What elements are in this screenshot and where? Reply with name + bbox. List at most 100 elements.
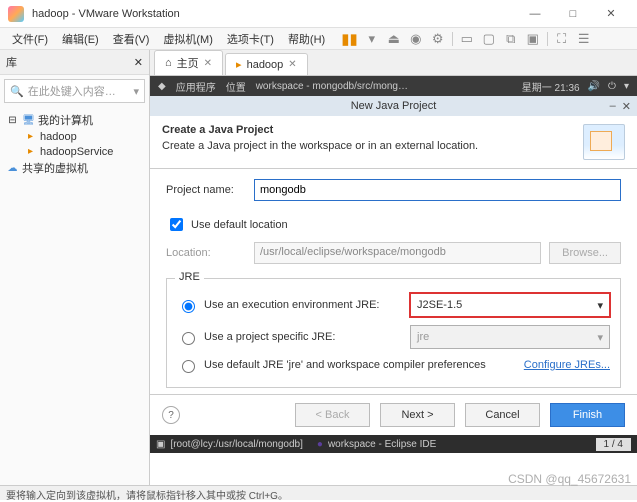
vm-tree: ⊟ 🖥 我的计算机 ▸ hadoop ▸ hadoopService ☁ 共享的… (0, 107, 149, 181)
eclipse-icon: ● (317, 439, 323, 450)
eclipse-label: workspace - Eclipse IDE (328, 439, 436, 450)
use-default-location-label: Use default location (191, 219, 288, 231)
guest-topbar: ◆ 应用程序 位置 workspace - mongodb/src/mong… … (150, 76, 637, 96)
next-button[interactable]: Next > (380, 403, 455, 427)
layout3-icon[interactable]: ⧉ (503, 31, 519, 47)
exec-env-value: J2SE-1.5 (417, 299, 462, 311)
dialog-header: Create a Java Project Create a Java proj… (150, 116, 637, 169)
tree-label: hadoopService (40, 146, 113, 158)
volume-icon[interactable]: 🔊 (588, 81, 600, 92)
workspace-pager[interactable]: 1 / 4 (596, 438, 631, 451)
taskbar-terminal[interactable]: ▣ [root@lcy:/usr/local/mongodb] (156, 439, 303, 450)
radio-default-jre-label: Use default JRE 'jre' and workspace comp… (204, 359, 518, 371)
library-sidebar: 库 ✕ 🔍 在此处键入内容… ▾ ⊟ 🖥 我的计算机 ▸ hadoop ▸ ha… (0, 50, 150, 485)
apps-menu-icon[interactable]: ◆ (158, 81, 166, 92)
vmware-statusbar: 要将输入定向到该虚拟机，请将鼠标指针移入其中或按 Ctrl+G。 (0, 485, 637, 500)
layout2-icon[interactable]: ▢ (481, 31, 497, 47)
browse-button: Browse... (549, 242, 621, 264)
help-button[interactable]: ? (162, 406, 180, 424)
finish-button[interactable]: Finish (550, 403, 625, 427)
minimize-button[interactable]: — (517, 3, 553, 25)
search-placeholder: 在此处键入内容… (28, 83, 116, 99)
settings-icon[interactable]: ⚙ (430, 31, 446, 47)
location-path[interactable]: workspace - mongodb/src/mong… (256, 81, 408, 92)
radio-project-jre-label: Use a project specific JRE: (204, 331, 404, 343)
tree-label: 我的计算机 (38, 112, 93, 128)
use-default-location-checkbox[interactable] (170, 218, 183, 231)
jre-fieldset: JRE Use an execution environment JRE: J2… (166, 278, 621, 388)
tree-vm-hadoopservice[interactable]: ▸ hadoopService (2, 144, 147, 159)
menu-file[interactable]: 文件(F) (6, 29, 54, 49)
sidebar-header: 库 ✕ (0, 50, 149, 75)
tree-vm-hadoop[interactable]: ▸ hadoop (2, 129, 147, 144)
apps-menu[interactable]: 应用程序 (176, 79, 216, 94)
dialog-title: New Java Project (351, 100, 437, 112)
menubar: 文件(F) 编辑(E) 查看(V) 虚拟机(M) 选项卡(T) 帮助(H) ▮▮… (0, 28, 637, 50)
menu-help[interactable]: 帮助(H) (282, 29, 331, 49)
close-tab-icon[interactable]: ✕ (288, 59, 296, 70)
close-button[interactable]: ✕ (593, 3, 629, 25)
guest-taskbar: ▣ [root@lcy:/usr/local/mongodb] ● worksp… (150, 435, 637, 453)
layout4-icon[interactable]: ▣ (525, 31, 541, 47)
location-label: Location: (166, 247, 246, 259)
sidebar-title: 库 (6, 54, 17, 70)
tree-my-computer[interactable]: ⊟ 🖥 我的计算机 (2, 111, 147, 129)
radio-default-jre[interactable] (182, 360, 195, 373)
vmware-titlebar: hadoop - VMware Workstation — □ ✕ (0, 0, 637, 28)
dialog-close-icon[interactable]: ✕ (622, 100, 631, 113)
fullscreen-icon[interactable]: ⛶ (554, 31, 570, 47)
toolbar-dropdown-icon[interactable]: ▾ (364, 31, 380, 47)
sidebar-close-icon[interactable]: ✕ (134, 56, 143, 69)
configure-jres-link[interactable]: Configure JREs... (524, 359, 610, 371)
shared-icon: ☁ (6, 162, 19, 175)
menu-tabs[interactable]: 选项卡(T) (221, 29, 280, 49)
location-label: 位置 (226, 79, 246, 94)
tab-label: 主页 (177, 55, 199, 71)
tab-label: hadoop (247, 59, 284, 71)
separator (547, 32, 548, 46)
unity-icon[interactable]: ☰ (576, 31, 592, 47)
user-icon[interactable]: ▾ (624, 81, 629, 92)
network-icon[interactable]: ⏻ (608, 81, 616, 92)
tree-shared-vms[interactable]: ☁ 共享的虚拟机 (2, 159, 147, 177)
radio-project-jre[interactable] (182, 332, 195, 345)
clock: 星期一 21:36 (522, 79, 580, 94)
library-search[interactable]: 🔍 在此处键入内容… ▾ (4, 79, 145, 103)
menu-view[interactable]: 查看(V) (107, 29, 156, 49)
dialog-header-subtitle: Create a Java project in the workspace o… (162, 140, 583, 152)
exec-env-combo[interactable]: J2SE-1.5 ▾ (410, 293, 610, 317)
terminal-label: [root@lcy:/usr/local/mongodb] (170, 439, 302, 450)
vm-icon: ▸ (236, 58, 242, 71)
snapshot-icon[interactable]: ⏏ (386, 31, 402, 47)
tab-hadoop[interactable]: ▸ hadoop ✕ (225, 53, 308, 75)
cancel-button[interactable]: Cancel (465, 403, 540, 427)
maximize-button[interactable]: □ (555, 3, 591, 25)
jre-legend: JRE (175, 271, 204, 283)
dialog-form: Project name: Use default location Locat… (150, 169, 637, 394)
project-name-input[interactable] (254, 179, 621, 201)
chevron-down-icon: ▾ (597, 331, 603, 344)
screenshot-icon[interactable]: ◉ (408, 31, 424, 47)
terminal-icon: ▣ (156, 439, 165, 450)
separator (452, 32, 453, 46)
computer-icon: 🖥 (22, 114, 35, 127)
close-tab-icon[interactable]: ✕ (204, 58, 212, 69)
vm-tabs: ⌂ 主页 ✕ ▸ hadoop ✕ (150, 50, 637, 76)
search-icon: 🔍 (10, 85, 24, 98)
dropdown-icon[interactable]: ▾ (133, 85, 139, 98)
window-title: hadoop - VMware Workstation (32, 8, 517, 20)
vm-icon: ▸ (24, 130, 37, 143)
menu-vm[interactable]: 虚拟机(M) (157, 29, 219, 49)
home-icon: ⌂ (165, 57, 172, 69)
project-jre-combo: jre ▾ (410, 325, 610, 349)
taskbar-eclipse[interactable]: ● workspace - Eclipse IDE (317, 439, 436, 450)
pause-icon[interactable]: ▮▮ (341, 30, 358, 48)
dialog-header-title: Create a Java Project (162, 124, 583, 136)
layout1-icon[interactable]: ▭ (459, 31, 475, 47)
tab-home[interactable]: ⌂ 主页 ✕ (154, 50, 223, 75)
radio-exec-env[interactable] (182, 300, 195, 313)
dialog-minimize-icon[interactable]: – (610, 100, 616, 113)
menu-edit[interactable]: 编辑(E) (56, 29, 105, 49)
collapse-icon: ⊟ (6, 114, 19, 127)
main-content: ⌂ 主页 ✕ ▸ hadoop ✕ ◆ 应用程序 位置 workspace - … (150, 50, 637, 485)
